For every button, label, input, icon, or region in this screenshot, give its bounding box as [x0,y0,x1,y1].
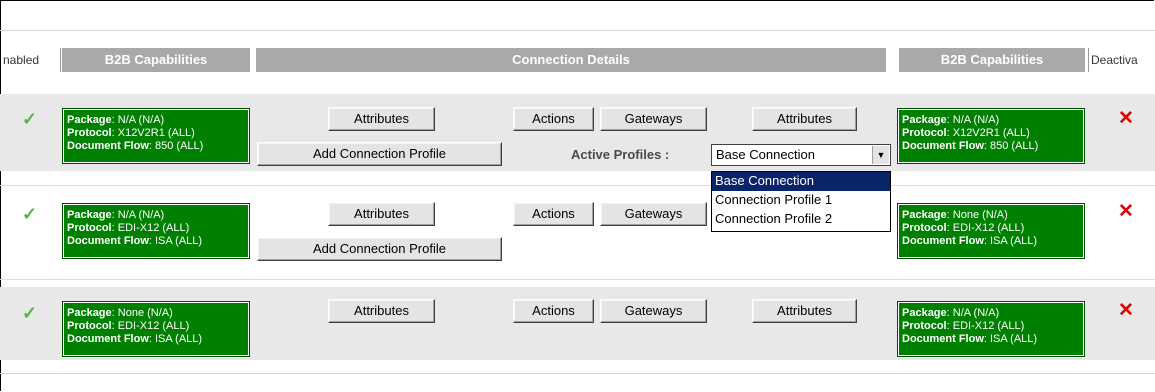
active-profiles-value: Base Connection [716,147,816,162]
divider [0,373,1155,374]
dropdown-option[interactable]: Connection Profile 2 [712,210,890,229]
cross-icon[interactable]: ✕ [1118,301,1134,320]
attributes-button[interactable]: Attributes [328,107,435,131]
attributes-button[interactable]: Attributes [328,202,435,226]
header-b2b-capabilities-right: B2B Capabilities [899,48,1085,72]
divider [0,30,1155,31]
attributes-button[interactable]: Attributes [752,107,857,131]
add-connection-profile-button[interactable]: Add Connection Profile [257,142,502,166]
header-separator [1088,48,1089,72]
dropdown-option[interactable]: Base Connection [712,172,890,191]
header-enabled: nabled [3,53,40,67]
attributes-button[interactable]: Attributes [752,299,857,323]
header-b2b-capabilities-left: B2B Capabilities [62,48,250,72]
b2b-capability-box: Package: N/A (N/A) Protocol: EDI-X12 (AL… [897,301,1085,357]
actions-button[interactable]: Actions [513,299,594,323]
b2b-capability-box: Package: None (N/A) Protocol: EDI-X12 (A… [897,203,1085,259]
b2b-capability-box: Package: N/A (N/A) Protocol: X12V2R1 (AL… [62,108,250,164]
gateways-button[interactable]: Gateways [600,202,707,226]
active-profiles-select[interactable]: Base Connection ▼ [711,144,891,166]
row-separator [0,279,1155,280]
check-icon: ✓ [22,109,38,129]
add-connection-profile-button[interactable]: Add Connection Profile [257,237,502,261]
header-separator [60,48,61,72]
row-separator [0,185,1155,186]
check-icon: ✓ [22,303,38,323]
gateways-button[interactable]: Gateways [600,299,707,323]
actions-button[interactable]: Actions [513,202,594,226]
dropdown-option[interactable]: Connection Profile 1 [712,191,890,210]
header-connection-details: Connection Details [256,48,886,72]
check-icon: ✓ [22,204,38,224]
cross-icon[interactable]: ✕ [1118,202,1134,221]
b2b-capability-box: Package: N/A (N/A) Protocol: X12V2R1 (AL… [897,108,1085,164]
attributes-button[interactable]: Attributes [328,299,435,323]
gateways-button[interactable]: Gateways [600,107,707,131]
b2b-capability-box: Package: N/A (N/A) Protocol: EDI-X12 (AL… [62,203,250,259]
cross-icon[interactable]: ✕ [1118,109,1134,128]
b2b-capability-box: Package: None (N/A) Protocol: EDI-X12 (A… [62,301,250,357]
active-profiles-label: Active Profiles : [571,147,670,162]
header-deactivate: Deactiva [1091,53,1138,67]
chevron-down-icon[interactable]: ▼ [872,146,889,164]
active-profiles-dropdown[interactable]: Base Connection Connection Profile 1 Con… [711,171,891,232]
actions-button[interactable]: Actions [513,107,594,131]
